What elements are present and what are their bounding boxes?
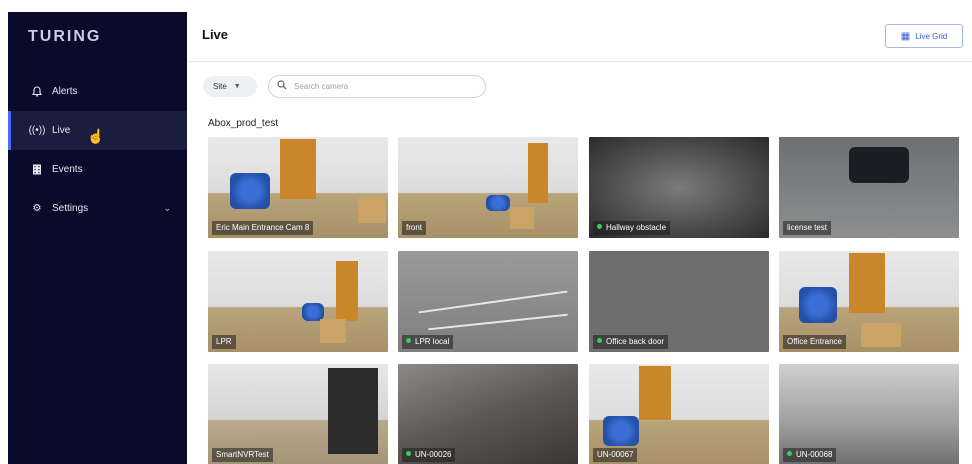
camera-name: UN-00026 [402,448,456,462]
sidebar-item-alerts[interactable]: Alerts [8,72,187,111]
camera-name: Hallway obstacle [593,221,671,235]
sidebar-item-events[interactable]: Events [8,150,187,189]
broadcast-icon: ((•)) [28,125,46,136]
online-status-dot [597,338,602,343]
sidebar: TURING Alerts ((•)) Live Events ⚙ Settin… [8,12,187,464]
gear-icon: ⚙ [32,203,42,214]
online-status-dot [406,451,411,456]
camera-tile[interactable]: license test [779,137,959,238]
caret-down-icon: ▼ [233,83,241,90]
app-logo: TURING [28,28,102,45]
grid-icon: ▦ [900,30,911,42]
bell-icon [30,86,44,97]
sidebar-item-label: Alerts [52,86,78,97]
pointer-cursor-icon: ☝ [87,128,105,144]
camera-tile[interactable]: SmartNVRTest [208,364,388,464]
camera-tile[interactable]: UN-00068 [779,364,959,464]
sidebar-item-label: Live [52,125,71,136]
camera-tile[interactable]: Office back door [589,251,769,352]
online-status-dot [406,338,411,343]
search-box[interactable] [268,75,486,98]
search-icon [277,80,287,93]
camera-tile[interactable]: Office Entrance [779,251,959,352]
search-input[interactable] [294,82,474,91]
site-select[interactable]: Site ▼ [203,76,257,97]
page-title: Live [202,27,229,42]
online-status-dot [597,224,602,229]
camera-name: Office back door [593,335,669,349]
camera-name: front [402,221,427,235]
camera-tile[interactable]: LPR local [398,251,578,352]
sidebar-nav: Alerts ((•)) Live Events ⚙ Settings ⌄ [8,72,187,228]
sidebar-item-label: Settings [52,203,89,214]
chevron-down-icon[interactable]: ⌄ [163,203,171,214]
sidebar-item-settings[interactable]: ⚙ Settings ⌄ [8,189,187,228]
camera-name: UN-00068 [783,448,837,462]
camera-tile[interactable]: Hallway obstacle [589,137,769,238]
camera-tile[interactable]: UN-00067 [589,364,769,464]
camera-tile[interactable]: front [398,137,578,238]
camera-group-title: Abox_prod_test [208,118,279,129]
camera-tile[interactable]: LPR [208,251,388,352]
camera-name: LPR [212,335,236,349]
camera-name: license test [783,221,832,235]
camera-name: UN-00067 [593,448,638,462]
camera-name: Eric Main Entrance Cam 8 [212,221,314,235]
sidebar-item-label: Events [52,164,83,175]
online-status-dot [787,451,792,456]
camera-name: LPR local [402,335,454,349]
live-grid-button[interactable]: ▦ Live Grid [885,24,963,48]
camera-tile[interactable]: UN-00026 [398,364,578,464]
live-grid-button-label: Live Grid [915,31,948,41]
camera-tile[interactable]: Eric Main Entrance Cam 8 [208,137,388,238]
page-header: Live ▦ Live Grid [187,12,972,62]
film-icon [30,164,44,175]
site-select-label: Site [213,82,227,91]
camera-name: SmartNVRTest [212,448,273,462]
camera-name: Office Entrance [783,335,846,349]
